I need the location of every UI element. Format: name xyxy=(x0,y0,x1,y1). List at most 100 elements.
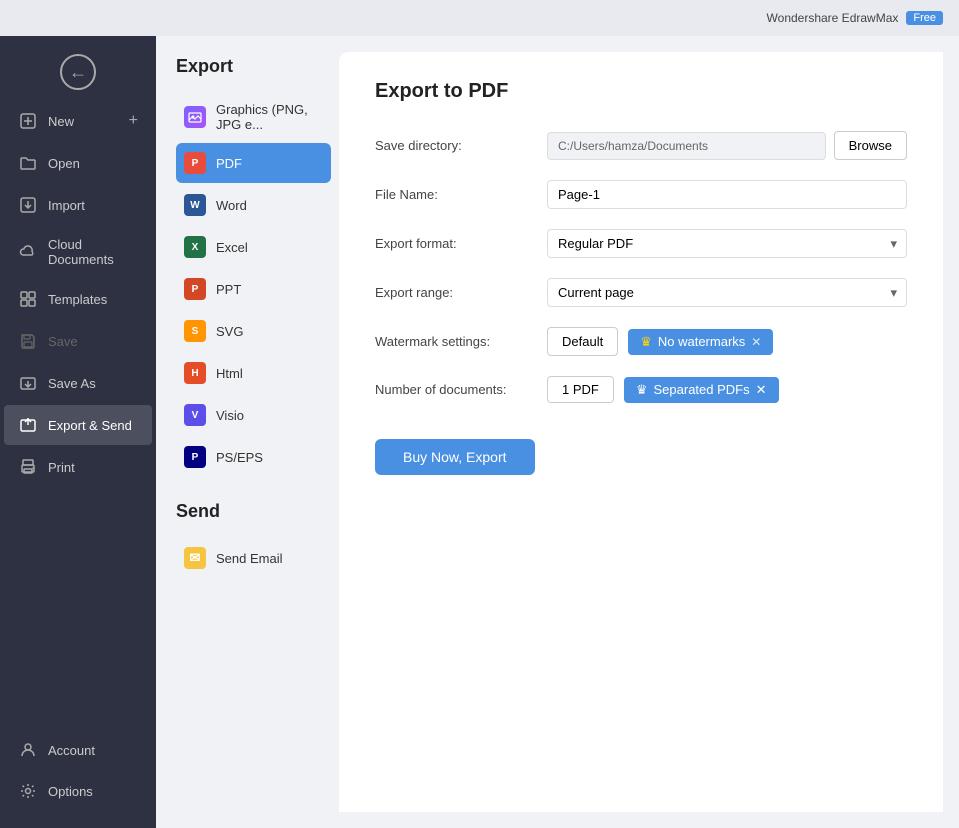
cloud-icon xyxy=(18,242,38,262)
sidebar: ← New + Open Import Cloud Document xyxy=(0,36,156,828)
export-range-label: Export range: xyxy=(375,285,535,300)
export-item-html[interactable]: H Html xyxy=(176,353,331,393)
save-directory-input[interactable] xyxy=(547,132,826,160)
export-item-visio-label: Visio xyxy=(216,408,244,423)
sidebar-item-print[interactable]: Print xyxy=(4,447,152,487)
ppt-icon: P xyxy=(184,278,206,300)
sidebar-item-save: Save xyxy=(4,321,152,361)
sidebar-item-templates[interactable]: Templates xyxy=(4,279,152,319)
buy-now-export-button[interactable]: Buy Now, Export xyxy=(375,439,535,475)
export-item-graphics[interactable]: Graphics (PNG, JPG e... xyxy=(176,93,331,141)
sidebar-item-save-label: Save xyxy=(48,334,138,349)
main-layout: ← New + Open Import Cloud Document xyxy=(0,36,959,828)
sidebar-item-templates-label: Templates xyxy=(48,292,138,307)
export-item-html-label: Html xyxy=(216,366,243,381)
file-name-row: File Name: xyxy=(375,180,907,209)
sidebar-item-account[interactable]: Account xyxy=(4,730,152,770)
export-item-ppt-label: PPT xyxy=(216,282,241,297)
word-icon: W xyxy=(184,194,206,216)
export-format-wrapper: Regular PDF PDF/A xyxy=(547,229,907,258)
sidebar-item-account-label: Account xyxy=(48,743,138,758)
docs-crown-icon: ♛ xyxy=(636,382,648,398)
top-bar: Wondershare EdrawMax Free xyxy=(0,0,959,36)
sidebar-item-options[interactable]: Options xyxy=(4,771,152,811)
back-button[interactable]: ← xyxy=(0,44,156,100)
export-item-excel-label: Excel xyxy=(216,240,248,255)
watermark-default-button[interactable]: Default xyxy=(547,327,618,356)
app-title: Wondershare EdrawMax xyxy=(767,11,899,25)
export-format-select[interactable]: Regular PDF PDF/A xyxy=(547,229,907,258)
documents-badge[interactable]: ♛ Separated PDFs ✕ xyxy=(624,377,779,403)
sidebar-item-import[interactable]: Import xyxy=(4,185,152,225)
sidebar-item-export[interactable]: Export & Send xyxy=(4,405,152,445)
export-range-select[interactable]: Current page All pages xyxy=(547,278,907,307)
send-title: Send xyxy=(176,501,331,522)
sidebar-item-cloud-label: Cloud Documents xyxy=(48,237,138,267)
watermark-label: Watermark settings: xyxy=(375,334,535,349)
save-directory-label: Save directory: xyxy=(375,138,535,153)
sidebar-bottom: Account Options xyxy=(0,729,156,820)
account-icon xyxy=(18,740,38,760)
visio-icon: V xyxy=(184,404,206,426)
saveas-icon xyxy=(18,373,38,393)
free-badge: Free xyxy=(906,11,943,25)
export-range-row: Export range: Current page All pages xyxy=(375,278,907,307)
export-item-pdf[interactable]: P PDF xyxy=(176,143,331,183)
options-icon xyxy=(18,781,38,801)
export-item-word-label: Word xyxy=(216,198,247,213)
sidebar-spacer xyxy=(0,488,156,729)
sidebar-item-print-label: Print xyxy=(48,460,138,475)
sidebar-item-new-label: New xyxy=(48,114,119,129)
new-plus-icon: + xyxy=(129,112,138,130)
file-name-input[interactable] xyxy=(547,180,907,209)
export-panel-title: Export xyxy=(176,56,331,77)
export-item-ps[interactable]: P PS/EPS xyxy=(176,437,331,477)
sidebar-item-open-label: Open xyxy=(48,156,138,171)
sidebar-item-cloud[interactable]: Cloud Documents xyxy=(4,227,152,277)
print-icon xyxy=(18,457,38,477)
export-icon xyxy=(18,415,38,435)
export-panel: Export Graphics (PNG, JPG e... P PDF W W… xyxy=(156,36,331,828)
html-icon: H xyxy=(184,362,206,384)
documents-row: Number of documents: 1 PDF ♛ Separated P… xyxy=(375,376,907,403)
sidebar-item-export-label: Export & Send xyxy=(48,418,138,433)
export-item-visio[interactable]: V Visio xyxy=(176,395,331,435)
watermark-controls: Default ♛ No watermarks ✕ xyxy=(547,327,773,356)
graphics-icon xyxy=(184,106,206,128)
pdf-icon: P xyxy=(184,152,206,174)
documents-badge-label: Separated PDFs xyxy=(654,382,750,397)
sidebar-item-open[interactable]: Open xyxy=(4,143,152,183)
detail-title: Export to PDF xyxy=(375,80,907,103)
export-item-ps-label: PS/EPS xyxy=(216,450,263,465)
browse-button[interactable]: Browse xyxy=(834,131,907,160)
export-detail: Export to PDF Save directory: Browse Fil… xyxy=(339,52,943,812)
send-email-item[interactable]: ✉ Send Email xyxy=(176,538,331,578)
export-item-pdf-label: PDF xyxy=(216,156,242,171)
file-name-label: File Name: xyxy=(375,187,535,202)
sidebar-item-import-label: Import xyxy=(48,198,138,213)
excel-icon: X xyxy=(184,236,206,258)
export-item-svg[interactable]: S SVG xyxy=(176,311,331,351)
watermark-close-icon[interactable]: ✕ xyxy=(751,335,761,349)
sidebar-item-saveas[interactable]: Save As xyxy=(4,363,152,403)
export-format-row: Export format: Regular PDF PDF/A xyxy=(375,229,907,258)
docs-close-icon[interactable]: ✕ xyxy=(756,382,767,398)
sidebar-item-new[interactable]: New + xyxy=(4,101,152,141)
templates-icon xyxy=(18,289,38,309)
documents-label: Number of documents: xyxy=(375,382,535,397)
save-icon xyxy=(18,331,38,351)
dir-row: Browse xyxy=(547,131,907,160)
export-item-ppt[interactable]: P PPT xyxy=(176,269,331,309)
export-item-excel[interactable]: X Excel xyxy=(176,227,331,267)
sidebar-item-options-label: Options xyxy=(48,784,138,799)
documents-count: 1 PDF xyxy=(547,376,614,403)
watermark-badge-label: No watermarks xyxy=(658,334,745,349)
back-circle-icon: ← xyxy=(60,54,96,90)
save-directory-row: Save directory: Browse xyxy=(375,131,907,160)
watermark-badge[interactable]: ♛ No watermarks ✕ xyxy=(628,329,773,355)
ps-icon: P xyxy=(184,446,206,468)
new-icon xyxy=(18,111,38,131)
export-range-wrapper: Current page All pages xyxy=(547,278,907,307)
export-item-word[interactable]: W Word xyxy=(176,185,331,225)
crown-icon: ♛ xyxy=(640,334,652,350)
